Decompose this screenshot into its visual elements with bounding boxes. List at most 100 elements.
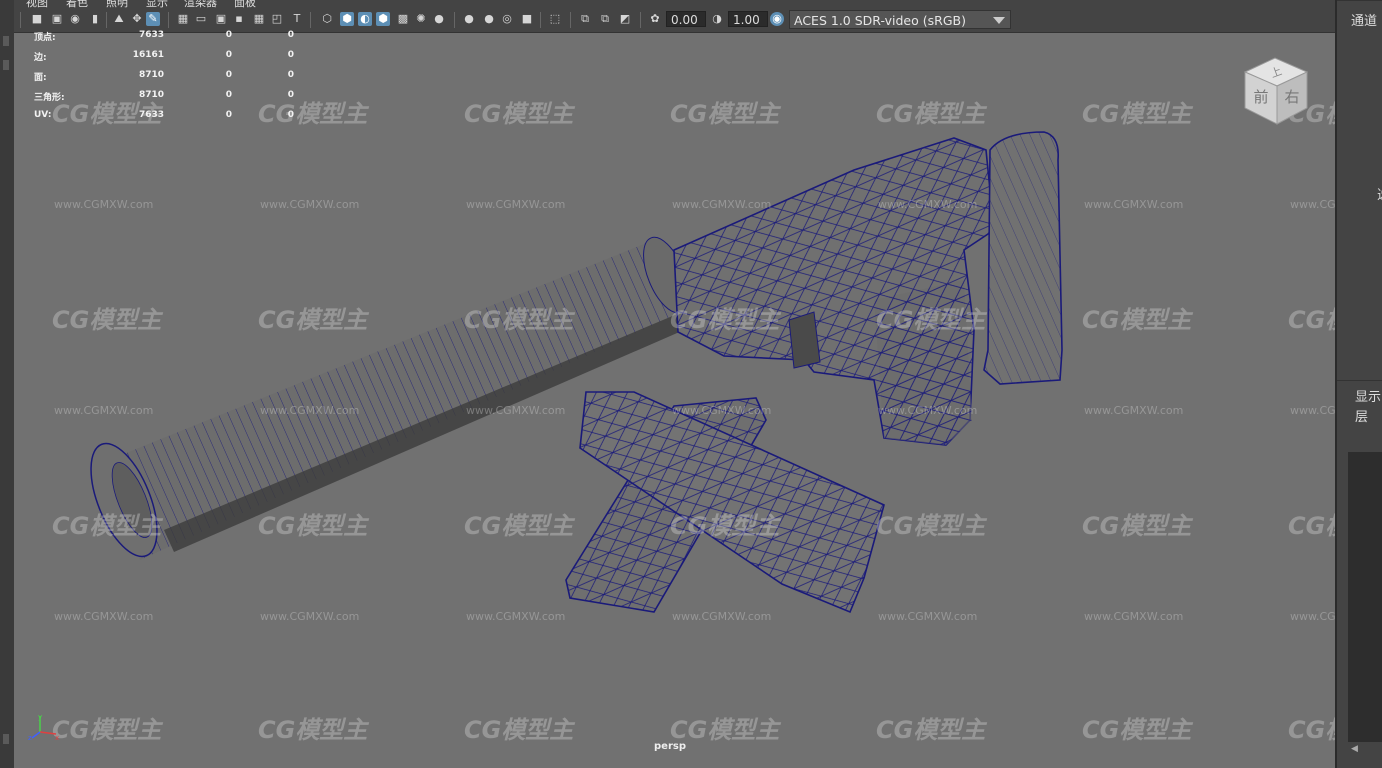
gamma-icon[interactable]: ◑ [710,12,724,26]
watermark-logo: CG模型主 [876,716,986,744]
xray-joints-icon[interactable]: ⧉ [578,12,592,26]
strip-handle[interactable] [3,734,9,744]
scroll-left-icon[interactable]: ◀ [1351,744,1358,754]
panel-menubar: 视图 着色 照明 显示 渲染器 面板 [14,0,1335,8]
camera-lock-icon[interactable]: ▣ [50,12,64,26]
hud-value: 8710 [138,90,164,100]
watermark-logo: CG模型主 [876,512,986,540]
shadows-icon[interactable]: ✺ [414,12,428,26]
camera-name-label: persp [654,741,686,752]
watermark-url: www.CGMXW.com [1084,198,1184,211]
display-tab[interactable]: 显示 [1355,386,1381,405]
gate-mask-icon[interactable]: ▪ [232,12,246,26]
watermark-url: www.CGMXW.com [878,610,978,623]
menu-show[interactable]: 显示 [146,0,168,8]
lighting-icon[interactable]: ▩ [396,12,410,26]
hud-value: 0 [287,50,294,60]
hud-row: 面: 8710 0 0 [34,70,294,90]
watermark-url: www.CGMXW.com [466,198,566,211]
view-cube[interactable]: 上 前 右 [1241,56,1313,126]
hud-row: 顶点: 7633 0 0 [34,30,294,50]
isolate-select-icon[interactable]: ◩ [618,12,632,26]
smooth-shade-icon[interactable]: ⬢ [340,12,354,26]
layer-list[interactable] [1348,452,1382,742]
axis-x-label: x [55,734,59,742]
menu-renderer[interactable]: 渲染器 [184,0,217,8]
color-management-icon[interactable]: ◉ [770,12,784,26]
watermark-url: www.CGMXW.com [260,610,360,623]
hud-value: 16161 [132,50,164,60]
menu-shading[interactable]: 着色 [66,0,88,8]
hud-value: 7633 [138,30,164,40]
watermark-url: www.CGMXW.com [260,198,360,211]
anti-aliasing-icon[interactable]: ● [482,12,496,26]
textured-icon[interactable]: ⬢ [376,12,390,26]
watermark-logo: CG模型主 [1082,512,1192,540]
hud-value: 0 [225,30,232,40]
poly-count-hud: 顶点: 7633 0 0 边: 16161 0 0 面: 8710 0 0 三角… [34,30,294,130]
axis-gizmo: y x z [28,713,59,742]
bookmark-icon[interactable]: ▮ [88,12,102,26]
ambient-occlusion-icon[interactable]: ● [432,12,446,26]
hud-value: 0 [225,90,232,100]
hud-value: 0 [225,50,232,60]
menu-lighting[interactable]: 照明 [106,0,128,8]
strip-handle[interactable] [3,60,9,70]
crossed-magazines-mesh [565,391,885,614]
watermark-logo: CG模型主 [464,716,574,744]
exposure-icon[interactable]: ✿ [648,12,662,26]
watermark-url: www.CGMXW.com [54,404,154,417]
hud-value: 0 [225,70,232,80]
view-cube-front-label[interactable]: 前 [1253,88,1268,106]
backface-culling-icon[interactable]: ⧉ [598,12,612,26]
camera-select-icon[interactable]: ■ [30,12,44,26]
color-space-dropdown[interactable]: ACES 1.0 SDR-video (sRGB) [789,10,1011,29]
grease-pencil-icon[interactable]: ✎ [146,12,160,26]
hud-label: UV: [34,110,52,120]
watermark-url: www.CGMXW.com [54,198,154,211]
view-cube-right-label[interactable]: 右 [1284,88,1299,106]
exposure-field[interactable]: 0.00 [666,11,706,27]
menu-panels[interactable]: 面板 [234,0,256,8]
hud-row: 边: 16161 0 0 [34,50,294,70]
panel-side-label: 选 [1377,184,1382,203]
watermark-url: www.CGMXW.com [1290,610,1336,623]
channels-tab[interactable]: 通道 [1351,10,1377,29]
hud-value: 0 [287,30,294,40]
hud-label: 面: [34,73,47,83]
resolution-gate-icon[interactable]: ▣ [214,12,228,26]
film-gate-icon[interactable]: ▭ [194,12,208,26]
watermark-url: www.CGMXW.com [1084,610,1184,623]
field-chart-icon[interactable]: ▦ [252,12,266,26]
watermark-logo: CG模型主 [464,512,574,540]
isolate-select-icon[interactable]: ■ [520,12,534,26]
wireframe-on-shaded-icon[interactable]: ◐ [358,12,372,26]
layers-menu[interactable]: 层 [1355,406,1368,425]
watermark-url: www.CGMXW.com [672,404,772,417]
2d-pan-zoom-icon[interactable]: ✥ [130,12,144,26]
camera-attributes-icon[interactable]: ◉ [68,12,82,26]
safe-title-icon[interactable]: T [290,12,304,26]
channel-box-panel: 通道 选 显示 层 ◀ [1337,0,1382,768]
grid-icon[interactable]: ▦ [176,12,190,26]
hud-label: 三角形: [34,93,65,103]
strip-handle[interactable] [3,36,9,46]
watermark-url: www.CGMXW.com [54,610,154,623]
hud-label: 顶点: [34,33,56,43]
watermark-logo: CG模型主 [876,100,986,128]
menu-view[interactable]: 视图 [26,0,48,8]
xray-icon[interactable]: ⬚ [548,12,562,26]
safe-action-icon[interactable]: ◰ [270,12,284,26]
watermark-logo: CG模型主 [52,306,162,334]
image-plane-icon[interactable]: ⛰ [112,12,126,26]
watermark-logo: CG模型主 [52,512,162,540]
wireframe-icon[interactable]: ⬡ [320,12,334,26]
watermark-url: www.CGMXW.com [1290,198,1336,211]
hud-row: UV: 7633 0 0 [34,110,294,130]
axis-z-label: z [28,734,32,742]
depth-of-field-icon[interactable]: ◎ [500,12,514,26]
gamma-field[interactable]: 1.00 [728,11,768,27]
motion-blur-icon[interactable]: ● [462,12,476,26]
left-tool-strip [0,0,15,768]
3d-viewport[interactable]: CG模型主 CG模型主 CG模型主 CG模型主 CG模型主 CG模型主 CG模型… [14,0,1337,768]
